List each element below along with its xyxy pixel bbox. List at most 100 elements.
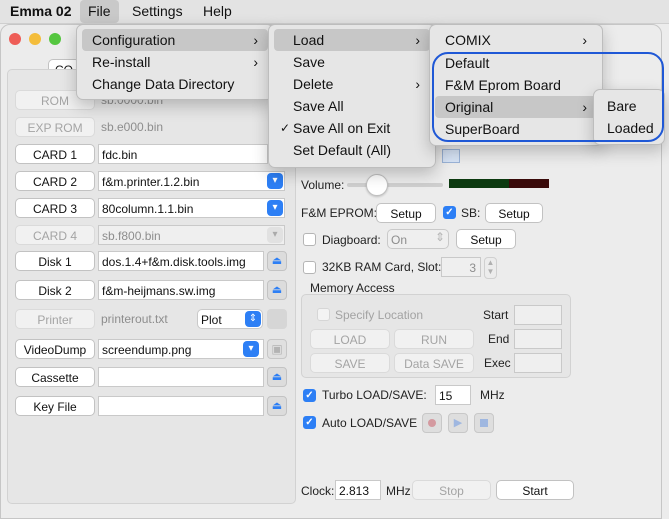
mem-run-button[interactable]: RUN xyxy=(394,329,474,349)
start-address-label: Start xyxy=(483,308,509,322)
save-dump-icon[interactable]: ▣ xyxy=(267,339,287,359)
card1-file-field[interactable]: fdc.bin xyxy=(98,144,268,164)
card4-button[interactable]: CARD 4 xyxy=(15,225,95,245)
record-button[interactable] xyxy=(422,413,442,433)
disk1-eject-icon[interactable]: ⏏ xyxy=(267,251,287,271)
close-window-button[interactable] xyxy=(9,33,21,45)
play-button[interactable]: ▶ xyxy=(448,413,468,433)
videodump-dropdown-icon[interactable]: ▾ xyxy=(243,341,259,357)
turbo-checkbox[interactable]: ✓ xyxy=(303,389,316,402)
help-menu[interactable]: Help xyxy=(203,0,232,23)
menu-item-label: Re-install xyxy=(92,54,151,70)
turbo-mhz-unit: MHz xyxy=(480,388,505,402)
disk1-file-field[interactable]: dos.1.4+f&m.disk.tools.img xyxy=(98,251,264,271)
menu-item-label: Load xyxy=(293,32,325,48)
videodump-button[interactable]: VideoDump xyxy=(15,339,95,359)
card1-button[interactable]: CARD 1 xyxy=(15,144,95,164)
menu-item-reinstall[interactable]: Re-install › xyxy=(82,51,268,73)
mem-data-save-button[interactable]: Data SAVE xyxy=(394,353,474,373)
menu-item-label: SuperBoard xyxy=(445,121,520,137)
zoom-window-button[interactable] xyxy=(49,33,61,45)
menu-item-original[interactable]: Original › xyxy=(435,96,597,118)
ram-card-checkbox[interactable] xyxy=(303,261,316,274)
minimize-window-button[interactable] xyxy=(29,33,41,45)
menu-item-bare[interactable]: Bare xyxy=(599,95,659,117)
volume-slider-track[interactable] xyxy=(347,183,443,187)
stop-tape-button[interactable] xyxy=(474,413,494,433)
menu-item-save-all[interactable]: Save All xyxy=(274,95,430,117)
diagboard-checkbox[interactable] xyxy=(303,233,316,246)
turbo-mhz-field[interactable]: 15 xyxy=(435,385,471,405)
cassette-eject-icon[interactable]: ⏏ xyxy=(267,367,287,387)
printer-file-field: printerout.txt xyxy=(101,312,168,326)
menu-item-label: COMIX xyxy=(445,32,491,48)
menu-item-set-default-all[interactable]: Set Default (All) xyxy=(274,139,430,161)
mem-load-button[interactable]: LOAD xyxy=(310,329,390,349)
diagboard-chevron-icon: ⇕ xyxy=(435,230,446,244)
menu-item-label: Configuration xyxy=(92,32,176,48)
printer-icon[interactable] xyxy=(267,309,287,329)
file-menu[interactable]: File xyxy=(80,0,119,23)
mem-save-button[interactable]: SAVE xyxy=(310,353,390,373)
screen-icon[interactable] xyxy=(442,149,460,163)
key-file-button[interactable]: Key File xyxy=(15,396,95,416)
fm-eprom-label: F&M EPROM: xyxy=(301,206,378,220)
key-file-eject-icon[interactable]: ⏏ xyxy=(267,396,287,416)
exp-rom-button[interactable]: EXP ROM xyxy=(15,117,95,137)
clock-field[interactable]: 2.813 xyxy=(335,480,381,500)
volume-meter xyxy=(449,179,509,188)
menu-item-superboard[interactable]: SuperBoard xyxy=(435,118,597,140)
sb-setup-button[interactable]: Setup xyxy=(485,203,543,223)
printer-mode-chevron-icon: ⇕ xyxy=(245,311,261,327)
specify-location-checkbox[interactable] xyxy=(317,308,330,321)
menu-item-label: Loaded xyxy=(607,120,654,136)
stop-button[interactable]: Stop xyxy=(412,480,491,500)
disk2-file-field[interactable]: f&m-heijmans.sw.img xyxy=(98,280,264,300)
start-button[interactable]: Start xyxy=(496,480,574,500)
menu-bar: Emma 02 File Settings Help xyxy=(0,0,669,24)
memory-access-title: Memory Access xyxy=(310,281,395,295)
menu-item-delete[interactable]: Delete › xyxy=(274,73,430,95)
printer-button[interactable]: Printer xyxy=(15,309,95,329)
menu-item-label: Save xyxy=(293,54,325,70)
menu-item-loaded[interactable]: Loaded xyxy=(599,117,659,139)
card3-dropdown-icon[interactable]: ▾ xyxy=(267,200,283,216)
volume-slider-knob[interactable] xyxy=(366,174,388,196)
menu-item-fm-eprom-board[interactable]: F&M Eprom Board xyxy=(435,74,597,96)
cassette-button[interactable]: Cassette xyxy=(15,367,95,387)
card2-button[interactable]: CARD 2 xyxy=(15,171,95,191)
card3-file-field[interactable]: 80column.1.1.bin xyxy=(98,198,285,218)
videodump-file-field[interactable]: screendump.png xyxy=(98,339,264,359)
disk1-button[interactable]: Disk 1 xyxy=(15,251,95,271)
key-file-field[interactable] xyxy=(98,396,264,416)
settings-menu[interactable]: Settings xyxy=(132,0,183,23)
menu-item-comix[interactable]: COMIX › xyxy=(435,29,597,51)
disk2-eject-icon[interactable]: ⏏ xyxy=(267,280,287,300)
volume-meter-peak xyxy=(509,179,549,188)
sb-checkbox[interactable]: ✓ xyxy=(443,206,456,219)
auto-load-save-checkbox[interactable]: ✓ xyxy=(303,416,316,429)
diagboard-setup-button[interactable]: Setup xyxy=(456,229,516,249)
menu-item-default[interactable]: Default xyxy=(435,52,597,74)
load-submenu: COMIX › Default F&M Eprom Board Original… xyxy=(429,24,603,146)
menu-item-save-all-on-exit[interactable]: ✓ Save All on Exit xyxy=(274,117,430,139)
card3-button[interactable]: CARD 3 xyxy=(15,198,95,218)
exec-address-label: Exec xyxy=(484,356,511,370)
ram-slot-stepper[interactable]: ▲ ▼ xyxy=(484,257,497,279)
menu-item-label: Change Data Directory xyxy=(92,76,235,92)
menu-item-save[interactable]: Save xyxy=(274,51,430,73)
menu-item-configuration[interactable]: Configuration › xyxy=(82,29,268,51)
card2-file-field[interactable]: f&m.printer.1.2.bin xyxy=(98,171,285,191)
diagboard-label: Diagboard: xyxy=(322,233,381,247)
app-menu[interactable]: Emma 02 xyxy=(10,0,71,23)
menu-item-load[interactable]: Load › xyxy=(274,29,430,51)
fm-eprom-setup-button[interactable]: Setup xyxy=(376,203,436,223)
menu-item-change-data-directory[interactable]: Change Data Directory xyxy=(82,73,268,95)
chevron-right-icon: › xyxy=(582,32,587,48)
cassette-file-field[interactable] xyxy=(98,367,264,387)
ram-slot-field: 3 xyxy=(441,257,481,277)
stop-icon xyxy=(480,419,488,427)
card2-dropdown-icon[interactable]: ▾ xyxy=(267,173,283,189)
disk2-button[interactable]: Disk 2 xyxy=(15,280,95,300)
chevron-right-icon: › xyxy=(253,54,258,70)
